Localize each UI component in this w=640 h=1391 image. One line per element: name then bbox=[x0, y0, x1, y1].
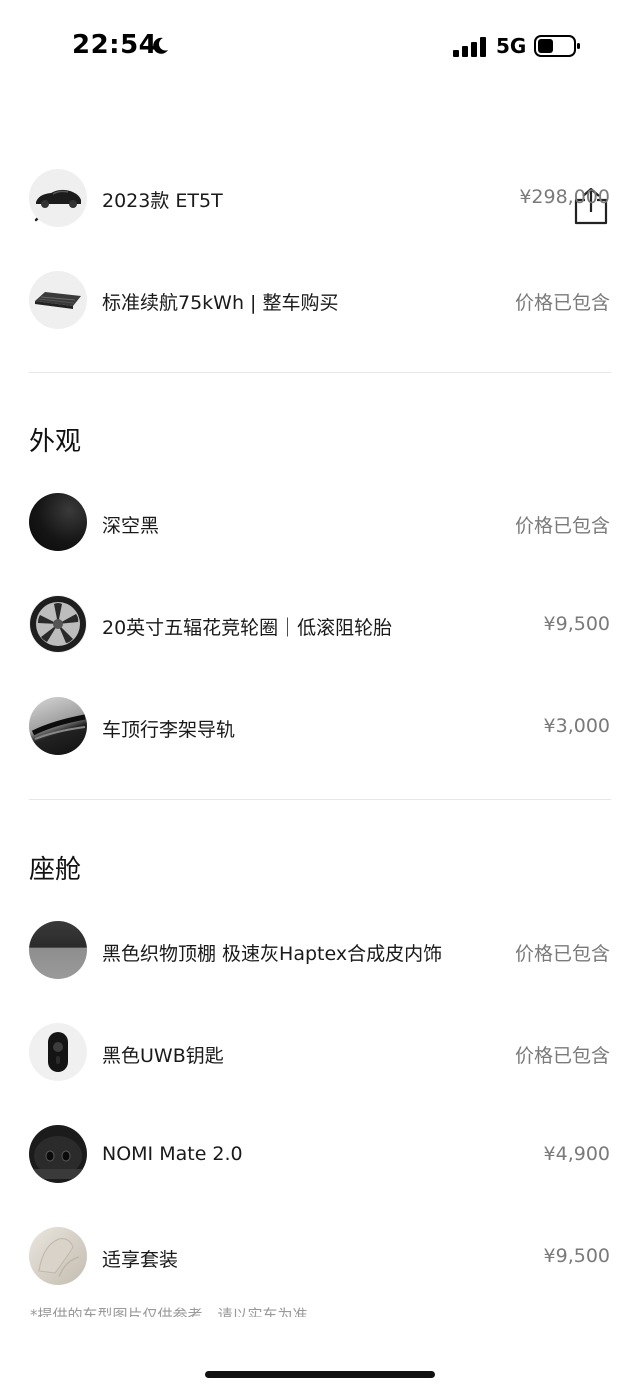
home-indicator[interactable] bbox=[205, 1371, 435, 1378]
item-price: ¥9,500 bbox=[543, 1245, 610, 1267]
status-time: 22:54 bbox=[72, 30, 158, 60]
item-price: 价格已包含 bbox=[514, 943, 610, 965]
list-item[interactable]: 黑色织物顶棚 极速灰Haptex合成皮内饰 价格已包含 bbox=[0, 910, 640, 990]
section-divider bbox=[29, 372, 611, 373]
top-bar bbox=[0, 92, 640, 225]
item-label: 20英寸五辐花竞轮圈｜低滚阻轮胎 bbox=[102, 617, 393, 639]
item-price: 价格已包含 bbox=[514, 1045, 610, 1067]
item-price: ¥4,900 bbox=[543, 1143, 610, 1165]
item-price: ¥298,000 bbox=[519, 186, 610, 208]
item-label: 标准续航75kWh | 整车购买 bbox=[102, 292, 339, 314]
item-label: 深空黑 bbox=[102, 515, 160, 537]
disclaimer-footnote: *提供的车型图片仅供参考，请以实车为准 bbox=[30, 1306, 308, 1317]
item-label: 适享套装 bbox=[102, 1249, 179, 1271]
battery-icon bbox=[534, 35, 580, 57]
list-item[interactable]: 20英寸五辐花竞轮圈｜低滚阻轮胎 ¥9,500 bbox=[0, 584, 640, 664]
item-price: ¥3,000 bbox=[543, 715, 610, 737]
list-item[interactable]: 黑色UWB钥匙 价格已包含 bbox=[0, 1012, 640, 1092]
car-thumbnail bbox=[29, 169, 87, 227]
section-title-exterior: 外观 bbox=[29, 427, 82, 457]
battery-pack-thumbnail bbox=[29, 271, 87, 329]
status-bar: 22:54 5G bbox=[0, 0, 640, 92]
comfort-package-thumbnail bbox=[29, 1227, 87, 1285]
key-fob-thumbnail bbox=[29, 1023, 87, 1081]
interior-swatch bbox=[29, 921, 87, 979]
list-item[interactable]: 车顶行李架导轨 ¥3,000 bbox=[0, 686, 640, 766]
network-type: 5G bbox=[496, 34, 527, 58]
wheel-thumbnail bbox=[29, 595, 87, 653]
item-label: NOMI Mate 2.0 bbox=[102, 1143, 243, 1165]
item-label: 2023款 ET5T bbox=[102, 190, 223, 212]
item-price: 价格已包含 bbox=[514, 292, 610, 314]
item-label: 车顶行李架导轨 bbox=[102, 719, 236, 741]
list-item[interactable]: 深空黑 价格已包含 bbox=[0, 482, 640, 562]
nomi-thumbnail bbox=[29, 1125, 87, 1183]
paint-swatch-black bbox=[29, 493, 87, 551]
item-price: 价格已包含 bbox=[514, 515, 610, 537]
roof-rail-thumbnail bbox=[29, 697, 87, 755]
section-divider bbox=[29, 799, 611, 800]
list-item[interactable]: 适享套装 ¥9,500 bbox=[0, 1216, 640, 1296]
moon-icon bbox=[153, 37, 168, 54]
list-item[interactable]: 标准续航75kWh | 整车购买 价格已包含 bbox=[0, 260, 640, 340]
list-item[interactable]: NOMI Mate 2.0 ¥4,900 bbox=[0, 1114, 640, 1194]
item-label: 黑色织物顶棚 极速灰Haptex合成皮内饰 bbox=[102, 943, 443, 965]
section-title-cabin: 座舱 bbox=[29, 855, 82, 885]
item-label: 黑色UWB钥匙 bbox=[102, 1045, 224, 1067]
list-item[interactable]: 2023款 ET5T ¥298,000 bbox=[0, 158, 640, 238]
cellular-signal-icon bbox=[453, 37, 486, 57]
item-price: ¥9,500 bbox=[543, 613, 610, 635]
